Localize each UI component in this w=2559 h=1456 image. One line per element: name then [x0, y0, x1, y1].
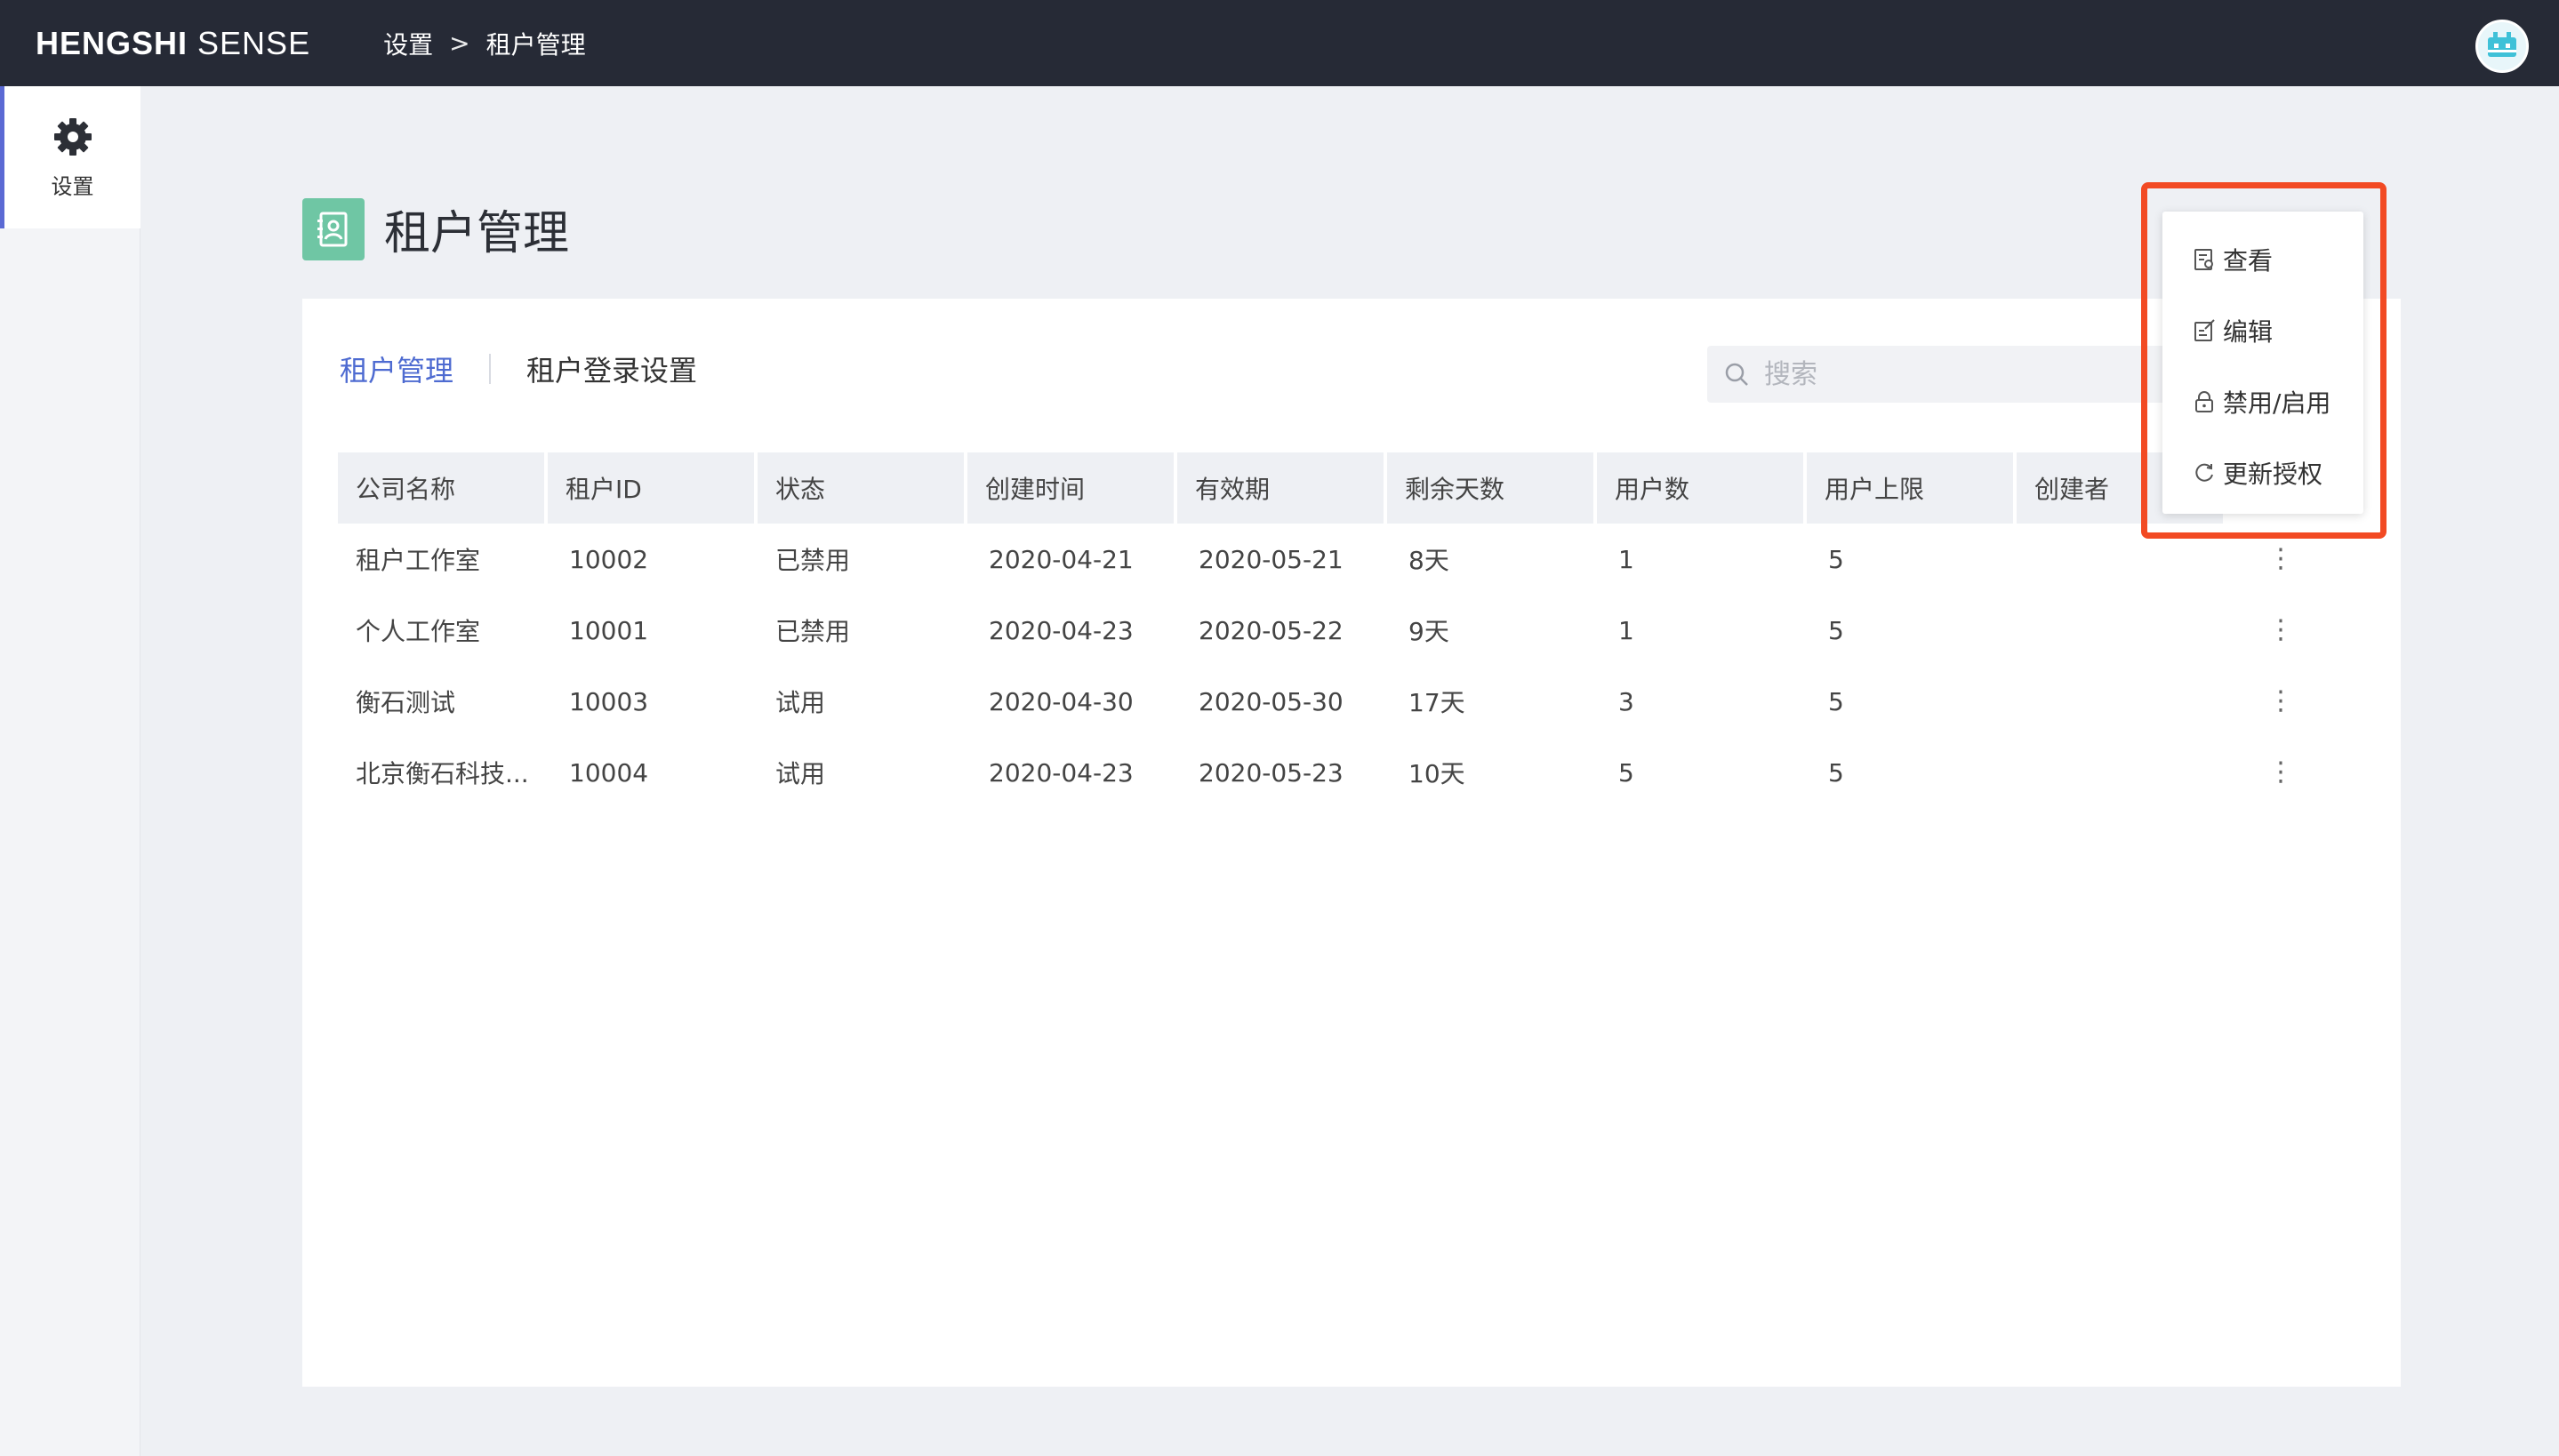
cell-status: 试用 [775, 759, 826, 788]
brand-name-light: SENSE [188, 24, 311, 61]
lock-icon [2191, 388, 2218, 415]
sidebar-item-settings[interactable]: 设置 [0, 86, 140, 228]
cell-created: 2020-04-23 [989, 615, 1134, 645]
cell-expiry: 2020-05-23 [1199, 757, 1344, 788]
page-title: 租户管理 [384, 207, 570, 260]
column-header-company[interactable]: 公司名称 [338, 452, 544, 524]
left-rail: 设置 [0, 86, 140, 1456]
main-panel: 租户管理 租户登录设置 公司名称 租户ID 状态 创建时间 有效期 剩余天数 用… [302, 299, 2401, 1387]
tab-tenant-login-settings[interactable]: 租户登录设置 [526, 348, 697, 389]
breadcrumb-item-settings[interactable]: 设置 [383, 26, 433, 61]
cell-status: 已禁用 [775, 617, 851, 646]
column-header-user-limit[interactable]: 用户上限 [1807, 452, 2013, 524]
menu-item-label: 编辑 [2223, 317, 2274, 347]
brand-name-bold: HENGSHI [36, 24, 189, 61]
cell-created: 2020-04-23 [989, 757, 1134, 788]
cell-user-count: 5 [1618, 757, 1634, 788]
cell-tenant-id: 10004 [569, 757, 649, 788]
column-header-created[interactable]: 创建时间 [967, 452, 1174, 524]
view-doc-icon [2191, 246, 2218, 273]
menu-item-label: 禁用/启用 [2223, 388, 2331, 418]
row-actions-menu: 查看 编辑 禁用/启用 更新授权 [2162, 212, 2363, 514]
cell-company: 衡石测试 [356, 688, 456, 717]
breadcrumb-item-tenant-management: 租户管理 [485, 29, 586, 60]
cell-tenant-id: 10002 [569, 544, 649, 574]
table-row[interactable]: 租户工作室 10002 已禁用 2020-04-21 2020-05-21 8天… [338, 524, 2365, 595]
cell-days-left: 10天 [1408, 759, 1465, 788]
cell-company: 个人工作室 [356, 617, 481, 646]
menu-item-label: 查看 [2223, 246, 2274, 276]
menu-item-edit[interactable]: 编辑 [2162, 295, 2363, 366]
cell-expiry: 2020-05-22 [1199, 615, 1344, 645]
cell-tenant-id: 10001 [569, 615, 649, 645]
page-header: 租户管理 [302, 196, 569, 262]
brand-logo[interactable]: HENGSHI SENSE [36, 25, 310, 62]
cell-days-left: 9天 [1408, 617, 1449, 646]
table-row[interactable]: 北京衡石科技... 10004 试用 2020-04-23 2020-05-23… [338, 737, 2365, 808]
search-icon [1725, 363, 1748, 386]
edit-icon [2191, 317, 2218, 344]
breadcrumb-separator: > [449, 28, 470, 58]
tenant-card-icon [302, 197, 365, 260]
tab-tenant-management[interactable]: 租户管理 [340, 348, 453, 389]
cell-user-limit: 5 [1828, 757, 1844, 788]
menu-item-view[interactable]: 查看 [2162, 224, 2363, 295]
menu-item-label: 更新授权 [2223, 460, 2323, 489]
cell-created: 2020-04-30 [989, 686, 1134, 716]
avatar-icon [2488, 32, 2516, 57]
top-bar: HENGSHI SENSE 设置 > 租户管理 [0, 0, 2559, 86]
cell-user-limit: 5 [1828, 544, 1844, 574]
column-header-days-left[interactable]: 剩余天数 [1387, 452, 1593, 524]
cell-user-count: 3 [1618, 686, 1634, 716]
avatar[interactable] [2475, 20, 2529, 73]
menu-item-disable-enable[interactable]: 禁用/启用 [2162, 366, 2363, 437]
table-row[interactable]: 衡石测试 10003 试用 2020-04-30 2020-05-30 17天 … [338, 666, 2365, 737]
breadcrumb: 设置 > 租户管理 [383, 26, 586, 61]
more-actions-icon[interactable]: ⋮ [2267, 546, 2294, 572]
table-row[interactable]: 个人工作室 10001 已禁用 2020-04-23 2020-05-22 9天… [338, 595, 2365, 666]
cell-status: 试用 [775, 688, 826, 717]
cell-user-count: 1 [1618, 615, 1634, 645]
more-actions-icon[interactable]: ⋮ [2267, 688, 2294, 715]
cell-user-limit: 5 [1828, 615, 1844, 645]
column-header-user-count[interactable]: 用户数 [1597, 452, 1803, 524]
search-box[interactable] [1707, 346, 2205, 403]
cell-created: 2020-04-21 [989, 544, 1134, 574]
tenant-table: 公司名称 租户ID 状态 创建时间 有效期 剩余天数 用户数 用户上限 创建者 … [338, 452, 2365, 808]
sidebar-item-label: 设置 [51, 173, 94, 199]
cell-user-limit: 5 [1828, 686, 1844, 716]
refresh-icon [2191, 460, 2218, 486]
cell-expiry: 2020-05-30 [1199, 686, 1344, 716]
gear-icon [53, 117, 92, 156]
search-input[interactable] [1764, 358, 2155, 390]
more-actions-icon[interactable]: ⋮ [2267, 759, 2294, 786]
cell-company: 租户工作室 [356, 546, 481, 575]
cell-days-left: 17天 [1408, 688, 1465, 717]
column-header-status[interactable]: 状态 [758, 452, 964, 524]
table-header: 公司名称 租户ID 状态 创建时间 有效期 剩余天数 用户数 用户上限 创建者 [338, 452, 2365, 524]
cell-status: 已禁用 [775, 546, 851, 575]
tab-divider [489, 354, 492, 384]
cell-company: 北京衡石科技... [356, 759, 529, 788]
cell-tenant-id: 10003 [569, 686, 649, 716]
cell-days-left: 8天 [1408, 546, 1449, 575]
tab-bar: 租户管理 租户登录设置 [340, 348, 697, 389]
menu-item-renew-license[interactable]: 更新授权 [2162, 437, 2363, 508]
more-actions-icon[interactable]: ⋮ [2267, 617, 2294, 644]
column-header-expiry[interactable]: 有效期 [1177, 452, 1384, 524]
cell-user-count: 1 [1618, 544, 1634, 574]
column-header-tenant-id[interactable]: 租户ID [548, 452, 754, 524]
cell-expiry: 2020-05-21 [1199, 544, 1344, 574]
